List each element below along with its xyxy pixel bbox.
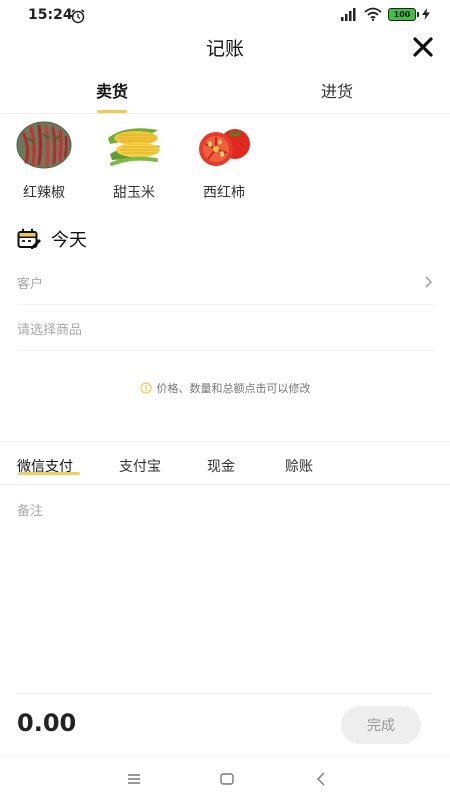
- chevron-right-icon: [425, 276, 432, 288]
- system-navigation-bar: [0, 756, 450, 800]
- status-icons: 100: [340, 7, 430, 21]
- payment-credit[interactable]: 赊账: [285, 456, 313, 476]
- done-button[interactable]: 完成: [341, 706, 421, 744]
- payment-alipay[interactable]: 支付宝: [119, 456, 161, 476]
- bookkeeping-screen: 15:24 100 记账 卖货 进货 红辣椒 甜玉米 西红柿 今天 客户 请选择…: [0, 0, 450, 800]
- product-name: 红辣椒: [23, 185, 65, 201]
- cell-signal-icon: [341, 8, 356, 21]
- customer-placeholder: 客户: [17, 277, 44, 292]
- red-chili-image: [16, 121, 72, 169]
- alarm-clock-icon: [71, 9, 85, 24]
- product-item-tomato[interactable]: 西红柿: [189, 120, 259, 202]
- info-icon: [139, 382, 152, 394]
- product-item-red-chili[interactable]: 红辣椒: [9, 120, 79, 202]
- payment-cash[interactable]: 现金: [207, 456, 235, 476]
- customer-field[interactable]: 客户: [17, 259, 433, 305]
- product-shortcuts: 红辣椒 甜玉米 西红柿: [0, 120, 450, 202]
- charging-bolt-icon: [422, 8, 430, 20]
- footer-divider: [17, 693, 433, 694]
- page-title: 记账: [205, 38, 244, 60]
- payment-methods: 微信支付 支付宝 现金 赊账: [0, 443, 450, 485]
- wifi-icon: [364, 7, 382, 21]
- status-time: 15:24: [28, 7, 73, 23]
- back-icon[interactable]: [314, 771, 330, 787]
- tab-purchase[interactable]: 进货: [292, 78, 382, 102]
- close-icon[interactable]: [412, 36, 434, 58]
- goods-placeholder: 请选择商品: [17, 323, 83, 338]
- date-selector[interactable]: 今天: [17, 225, 87, 253]
- header: 记账: [0, 30, 450, 64]
- battery-level: 100: [393, 9, 411, 19]
- active-tab-indicator: [97, 110, 127, 113]
- date-text: 今天: [51, 230, 87, 251]
- total-amount: 0.00: [17, 709, 77, 737]
- home-icon[interactable]: [219, 771, 235, 787]
- edit-hint: 价格、数量和总额点击可以修改: [0, 380, 450, 396]
- section-divider: [0, 441, 450, 442]
- product-name: 甜玉米: [113, 185, 155, 201]
- sweet-corn-image: [108, 128, 160, 166]
- transaction-tabs: 卖货 进货: [0, 74, 450, 114]
- tab-sell[interactable]: 卖货: [67, 78, 157, 102]
- note-input[interactable]: 备注: [17, 500, 43, 519]
- menu-icon[interactable]: [126, 771, 142, 787]
- product-name: 西红柿: [203, 185, 245, 201]
- status-bar: 15:24 100: [0, 0, 450, 32]
- goods-field[interactable]: 请选择商品: [17, 305, 433, 351]
- hint-text: 价格、数量和总额点击可以修改: [156, 382, 311, 395]
- battery-indicator: 100: [388, 7, 419, 21]
- tomato-image: [199, 129, 250, 166]
- active-payment-indicator: [18, 472, 80, 475]
- calendar-edit-icon: [17, 228, 41, 249]
- product-item-sweet-corn[interactable]: 甜玉米: [99, 120, 169, 202]
